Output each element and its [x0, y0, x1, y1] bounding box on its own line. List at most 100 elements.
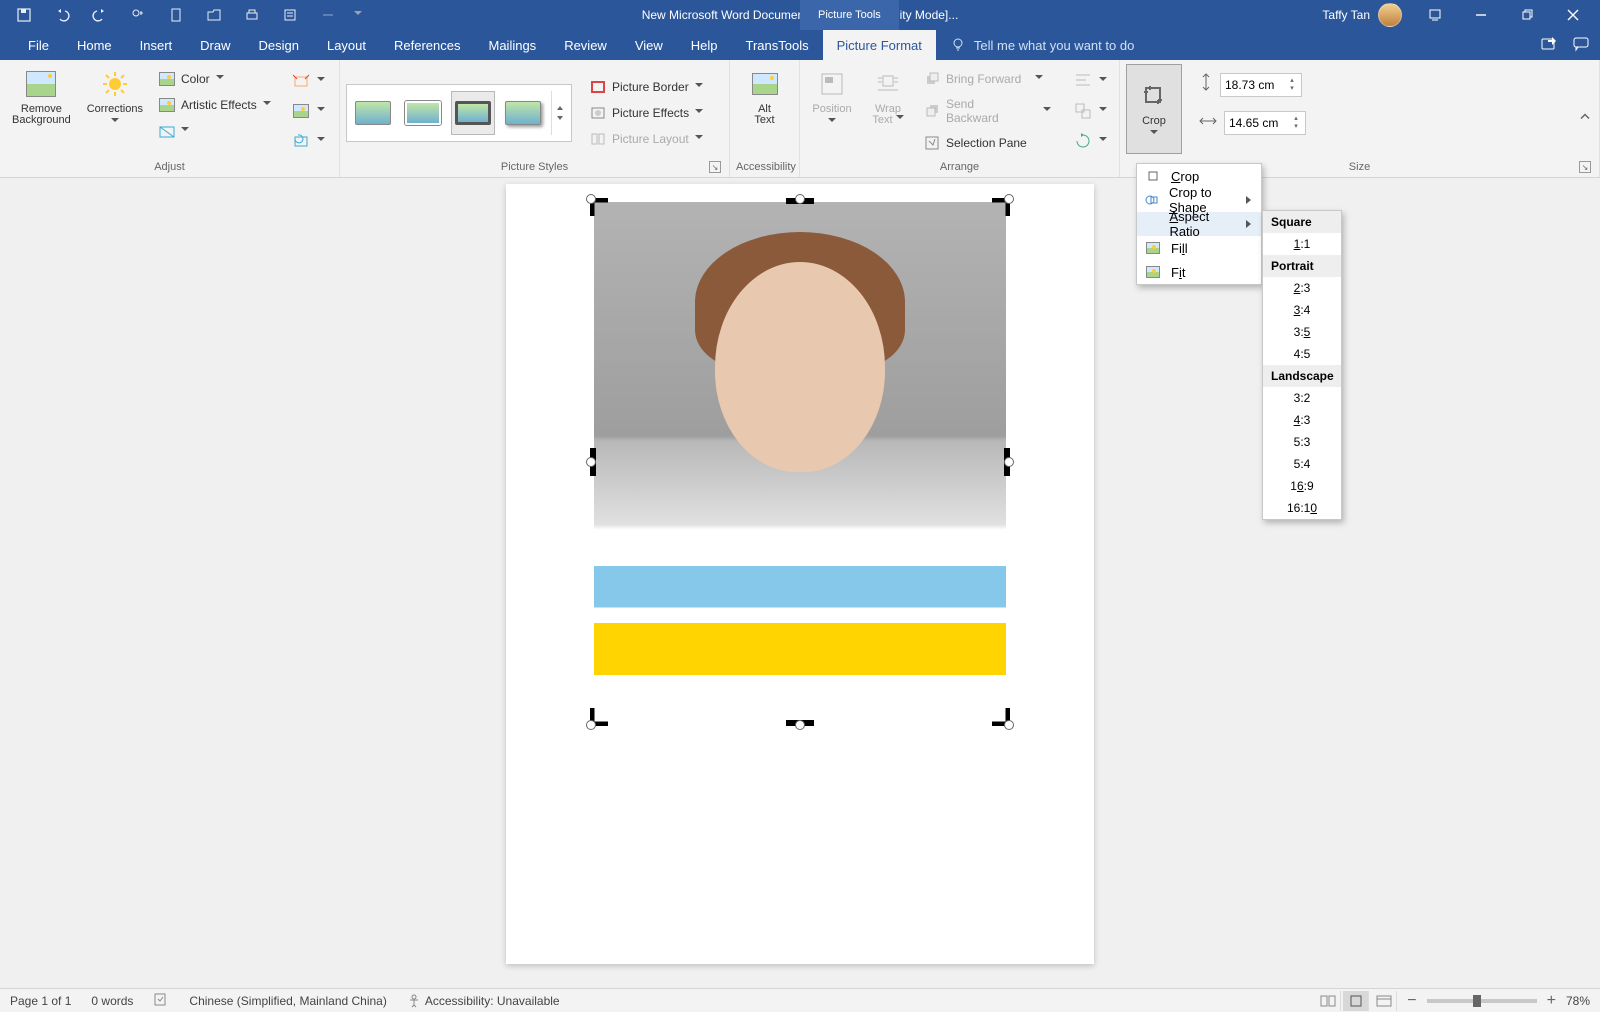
ratio-3-4[interactable]: 3:4: [1263, 299, 1341, 321]
ratio-3-5[interactable]: 3:5: [1263, 321, 1341, 343]
style-thumb-3[interactable]: [451, 91, 495, 135]
height-field[interactable]: ▴▾: [1198, 72, 1306, 97]
tab-view[interactable]: View: [621, 30, 677, 60]
ratio-2-3[interactable]: 2:3: [1263, 277, 1341, 299]
save-button[interactable]: [6, 1, 42, 29]
zoom-in-button[interactable]: +: [1547, 992, 1556, 1010]
tab-help[interactable]: Help: [677, 30, 732, 60]
tab-design[interactable]: Design: [245, 30, 313, 60]
alt-text-button[interactable]: Alt Text: [739, 64, 791, 130]
picture-effects-button[interactable]: Picture Effects: [584, 102, 709, 124]
undo-button[interactable]: [44, 1, 80, 29]
qat-button-9[interactable]: [310, 1, 346, 29]
tab-home[interactable]: Home: [63, 30, 126, 60]
word-count[interactable]: 0 words: [91, 994, 133, 1008]
language-status[interactable]: Chinese (Simplified, Mainland China): [189, 994, 386, 1008]
tell-me-search[interactable]: Tell me what you want to do: [936, 30, 1148, 60]
restore-button[interactable]: [1504, 0, 1550, 30]
selection-handle[interactable]: [795, 720, 805, 730]
zoom-level[interactable]: 78%: [1566, 994, 1590, 1008]
crop-button[interactable]: Crop: [1126, 64, 1182, 154]
tab-layout[interactable]: Layout: [313, 30, 380, 60]
print-preview-button[interactable]: [234, 1, 270, 29]
read-mode-button[interactable]: [1315, 991, 1341, 1011]
tab-draw[interactable]: Draw: [186, 30, 244, 60]
style-thumb-2[interactable]: [401, 91, 445, 135]
collapse-ribbon-button[interactable]: [1578, 109, 1592, 128]
tab-references[interactable]: References: [380, 30, 474, 60]
reset-picture-button[interactable]: [285, 128, 331, 154]
web-layout-button[interactable]: [1371, 991, 1397, 1011]
share-button[interactable]: [1540, 35, 1558, 56]
selection-handle[interactable]: [795, 194, 805, 204]
style-thumb-1[interactable]: [351, 91, 395, 135]
qat-button-8[interactable]: [272, 1, 308, 29]
rotate-button[interactable]: [1067, 128, 1113, 154]
corrections-button[interactable]: Corrections: [81, 64, 149, 130]
dialog-launcher-icon[interactable]: ↘: [1579, 161, 1591, 173]
spinner-down[interactable]: ▾: [1287, 85, 1297, 93]
width-input[interactable]: [1229, 116, 1287, 130]
remove-background-button[interactable]: Remove Background: [6, 64, 77, 130]
tab-picture-format[interactable]: Picture Format: [823, 30, 936, 60]
selection-handle[interactable]: [586, 194, 596, 204]
picture-styles-gallery[interactable]: [346, 84, 572, 142]
ratio-3-2[interactable]: 3:2: [1263, 387, 1341, 409]
style-thumb-4[interactable]: [501, 91, 545, 135]
ratio-4-3[interactable]: 4:3: [1263, 409, 1341, 431]
spinner-down[interactable]: ▾: [1291, 123, 1301, 131]
page-count[interactable]: Page 1 of 1: [10, 994, 71, 1008]
selection-handle[interactable]: [586, 720, 596, 730]
zoom-slider[interactable]: [1427, 999, 1537, 1003]
tab-review[interactable]: Review: [550, 30, 621, 60]
redo-button[interactable]: [82, 1, 118, 29]
selection-handle[interactable]: [1004, 720, 1014, 730]
menu-item-fill[interactable]: Fill: [1137, 236, 1261, 260]
selection-pane-button[interactable]: Selection Pane: [918, 132, 1057, 154]
color-button[interactable]: Color: [153, 68, 277, 90]
ratio-4-5[interactable]: 4:5: [1263, 343, 1341, 365]
user-account[interactable]: Taffy Tan: [1322, 3, 1402, 27]
tab-mailings[interactable]: Mailings: [475, 30, 551, 60]
picture-tools-tab-header[interactable]: Picture Tools: [800, 0, 899, 30]
new-doc-button[interactable]: [158, 1, 194, 29]
selected-picture[interactable]: [594, 202, 1006, 722]
align-icon: [1073, 71, 1093, 91]
selection-handle[interactable]: [586, 457, 596, 467]
zoom-out-button[interactable]: −: [1407, 992, 1416, 1010]
artistic-effects-button[interactable]: Artistic Effects: [153, 94, 277, 116]
print-layout-button[interactable]: [1343, 991, 1369, 1011]
change-picture-button[interactable]: [285, 98, 331, 124]
spinner-up[interactable]: ▴: [1287, 77, 1297, 85]
selection-handle[interactable]: [1004, 457, 1014, 467]
width-field[interactable]: ▴▾: [1198, 111, 1306, 135]
qat-button-4[interactable]: [120, 1, 156, 29]
spellcheck-icon[interactable]: [153, 991, 169, 1010]
minimize-button[interactable]: [1458, 0, 1504, 30]
document-canvas[interactable]: [0, 178, 1600, 988]
gallery-more-button[interactable]: [551, 91, 567, 135]
close-button[interactable]: [1550, 0, 1596, 30]
comments-button[interactable]: [1572, 35, 1590, 56]
height-input[interactable]: [1225, 78, 1283, 92]
dialog-launcher-icon[interactable]: ↘: [709, 161, 721, 173]
open-button[interactable]: [196, 1, 232, 29]
menu-item-fit[interactable]: Fit: [1137, 260, 1261, 284]
ratio-5-4[interactable]: 5:4: [1263, 453, 1341, 475]
selection-handle[interactable]: [1004, 194, 1014, 204]
tab-insert[interactable]: Insert: [126, 30, 187, 60]
tab-transtools[interactable]: TransTools: [732, 30, 823, 60]
accessibility-status[interactable]: Accessibility: Unavailable: [407, 994, 560, 1008]
ratio-5-3[interactable]: 5:3: [1263, 431, 1341, 453]
picture-border-button[interactable]: Picture Border: [584, 76, 709, 98]
ribbon-display-options-button[interactable]: [1412, 0, 1458, 30]
ratio-1-1[interactable]: 1:1: [1263, 233, 1341, 255]
spinner-up[interactable]: ▴: [1291, 115, 1301, 123]
qat-customize-button[interactable]: [348, 1, 368, 29]
ratio-16-10[interactable]: 16:10: [1263, 497, 1341, 519]
transparency-button[interactable]: [153, 120, 277, 142]
menu-item-aspect-ratio[interactable]: Aspect Ratio: [1137, 212, 1261, 236]
ratio-16-9[interactable]: 16:9: [1263, 475, 1341, 497]
compress-pictures-button[interactable]: [285, 68, 331, 94]
tab-file[interactable]: File: [14, 30, 63, 60]
